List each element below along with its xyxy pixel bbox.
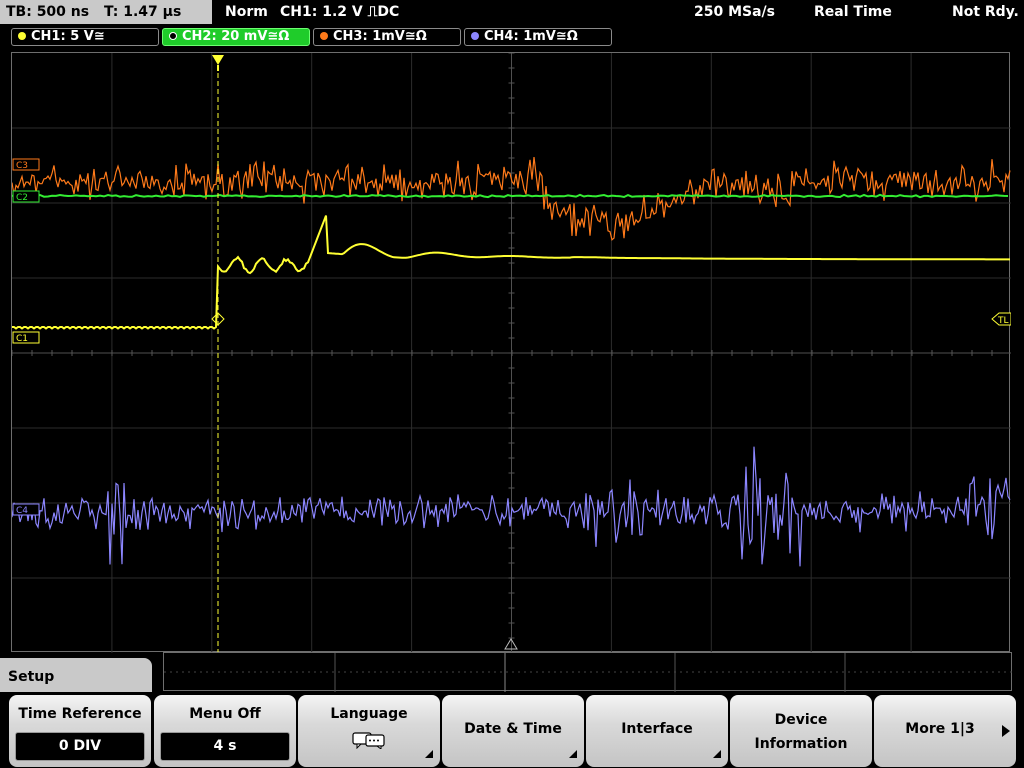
marker-c3-label: C3	[16, 161, 28, 171]
time-reference-button[interactable]: Time Reference 0 DIV	[9, 695, 151, 767]
date-time-button[interactable]: Date & Time	[442, 695, 584, 767]
marker-c3[interactable]: C3	[12, 158, 40, 171]
language-label: Language	[330, 706, 408, 722]
speech-bubbles-icon	[352, 732, 385, 749]
info-strip-grid	[164, 653, 1013, 692]
device-information-button[interactable]: Device Information	[730, 695, 872, 767]
ch4-label: CH4: 1mV≅Ω	[484, 29, 578, 44]
language-button[interactable]: Language	[298, 695, 440, 767]
trigger-state: Not Rdy.	[952, 4, 1019, 20]
submenu-corner-icon	[713, 750, 721, 758]
ch2-color-dot	[169, 32, 177, 40]
device-information-line2: Information	[754, 736, 848, 752]
trigger-info[interactable]: CH1: 1.2 V ⎍DC	[280, 0, 399, 24]
ch1-color-dot	[18, 32, 26, 40]
ch3-color-dot	[320, 32, 328, 40]
channel-tab-ch1[interactable]: CH1: 5 V≅	[11, 28, 159, 46]
more-label: More 1|3	[905, 721, 975, 737]
marker-c2[interactable]: C2	[12, 190, 40, 203]
time-reference-value: 0 DIV	[15, 732, 145, 761]
menu-off-value: 4 s	[160, 732, 290, 761]
channel-tab-ch4[interactable]: CH4: 1mV≅Ω	[464, 28, 612, 46]
trigger-position-value: T: 1.47 µs	[103, 4, 182, 20]
status-bar: TB: 500 ns T: 1.47 µs Norm CH1: 1.2 V ⎍D…	[0, 0, 1024, 24]
marker-c1-label: C1	[16, 334, 28, 344]
marker-c2-label: C2	[16, 193, 28, 203]
marker-c4[interactable]: C4	[12, 503, 40, 516]
menu-off-button[interactable]: Menu Off 4 s	[154, 695, 296, 767]
time-reference-label: Time Reference	[18, 706, 142, 722]
ch1-label: CH1: 5 V≅	[31, 29, 105, 44]
interface-button[interactable]: Interface	[586, 695, 728, 767]
trigger-level-label: TL	[997, 316, 1009, 326]
submenu-corner-icon	[569, 750, 577, 758]
channel-tab-ch3[interactable]: CH3: 1mV≅Ω	[313, 28, 461, 46]
trigger-mode[interactable]: Norm	[225, 0, 268, 24]
ch2-trace	[12, 193, 1009, 199]
marker-c1[interactable]: C1	[12, 331, 40, 344]
sample-rate: 250 MSa/s	[694, 4, 776, 20]
date-time-label: Date & Time	[464, 721, 562, 737]
submenu-corner-icon	[425, 750, 433, 758]
device-information-line1: Device	[774, 712, 828, 728]
channel-tab-ch2[interactable]: CH2: 20 mV≅Ω	[162, 28, 310, 46]
menu-off-label: Menu Off	[189, 706, 261, 722]
timebase-box[interactable]: TB: 500 ns T: 1.47 µs	[0, 0, 212, 24]
waveform-display[interactable]: C3 C2 C1 C4 TL	[11, 52, 1011, 653]
more-button[interactable]: More 1|3	[874, 695, 1016, 767]
ch4-color-dot	[471, 32, 479, 40]
trigger-position-marker-icon[interactable]	[212, 55, 224, 65]
interface-label: Interface	[621, 721, 693, 737]
setup-menu-tab[interactable]: Setup	[0, 658, 152, 692]
acquisition-mode: Real Time	[814, 4, 892, 20]
softkey-menu: Time Reference 0 DIV Menu Off 4 s Langua…	[0, 692, 1024, 768]
waveform-canvas[interactable]: C3 C2 C1 C4 TL	[12, 53, 1011, 653]
ch2-label: CH2: 20 mV≅Ω	[182, 29, 290, 44]
channel-tabs: CH1: 5 V≅ CH2: 20 mV≅Ω CH3: 1mV≅Ω CH4: 1…	[0, 26, 1024, 48]
graticule	[12, 53, 1011, 653]
triangle-right-icon	[1002, 725, 1010, 737]
ch3-label: CH3: 1mV≅Ω	[333, 29, 427, 44]
info-strip	[163, 652, 1013, 692]
trigger-level-marker[interactable]: TL	[991, 312, 1011, 326]
marker-c4-label: C4	[16, 506, 28, 516]
timebase-value: TB: 500 ns	[6, 4, 90, 20]
